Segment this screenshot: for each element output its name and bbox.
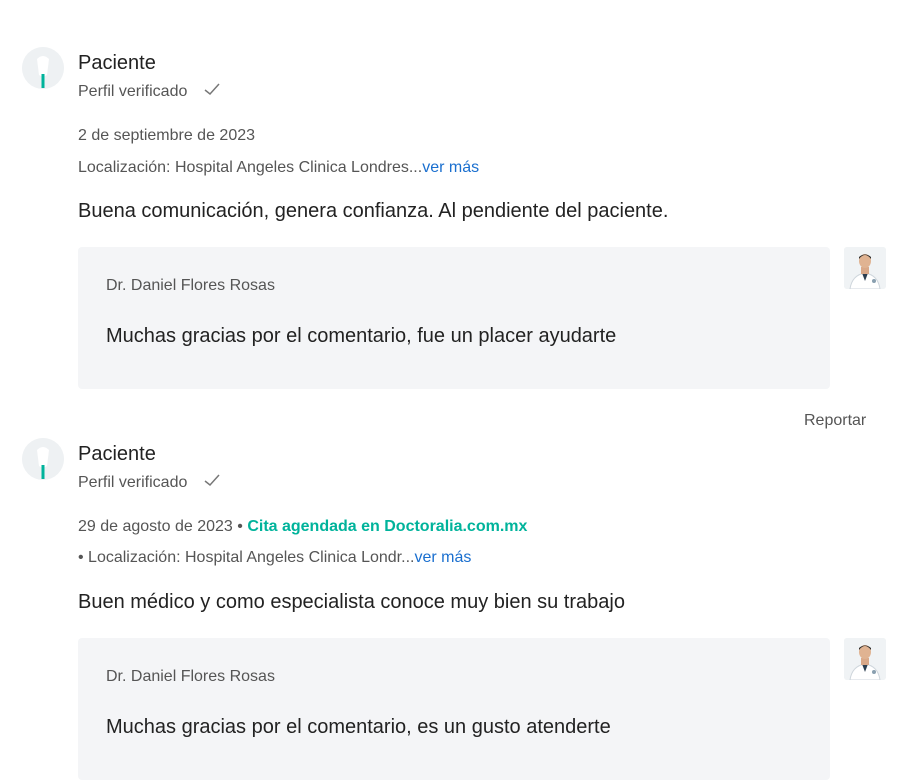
location-text: • Localización: Hospital Angeles Clinica… [78,549,415,566]
review-text: Buena comunicación, genera confianza. Al… [78,200,669,222]
reviews-list: Paciente Perfil verificado 2 de septiemb… [0,0,913,782]
review-date: 29 de agosto de 2023 • [78,518,243,535]
reply-doctor-name: Dr. Daniel Flores Rosas [106,277,275,294]
verified-label: Perfil verificado [78,83,188,100]
verified-label: Perfil verificado [78,474,188,491]
review-author: Paciente [78,443,156,465]
booking-badge: Cita agendada en Doctoralia.com.mx [247,518,528,535]
verified-profile: Perfil verificado [78,473,221,493]
doctor-photo-icon [844,638,886,680]
verified-profile: Perfil verificado [78,82,221,102]
review-author: Paciente [78,52,156,74]
report-link[interactable]: Reportar [804,412,866,430]
review-date: 2 de septiembre de 2023 [78,127,256,144]
see-more-link[interactable]: ver más [422,159,479,176]
review-text: Buen médico y como especialista conoce m… [78,591,625,613]
reply-doctor-name: Dr. Daniel Flores Rosas [106,668,275,685]
check-icon [203,473,221,493]
see-more-link[interactable]: ver más [414,549,471,566]
reply-text: Muchas gracias por el comentario, es un … [106,716,611,738]
review-location: Localización: Hospital Angeles Clinica L… [78,158,479,178]
doctor-photo-icon [844,247,886,289]
patient-avatar-icon [22,438,64,480]
review-date-row: 29 de agosto de 2023 • Cita agendada en … [78,517,527,537]
location-text: Localización: Hospital Angeles Clinica L… [78,159,423,176]
reply-text: Muchas gracias por el comentario, fue un… [106,325,617,347]
check-icon [203,82,221,102]
patient-avatar-icon [22,47,64,89]
review-location: • Localización: Hospital Angeles Clinica… [78,548,471,568]
doctor-reply: Dr. Daniel Flores Rosas Muchas gracias p… [78,247,830,389]
doctor-reply: Dr. Daniel Flores Rosas Muchas gracias p… [78,638,830,780]
